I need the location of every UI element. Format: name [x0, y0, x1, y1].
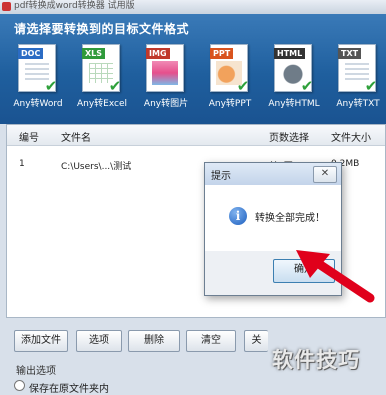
html-doc-icon: HTML ✔ — [274, 44, 314, 95]
red-arrow-icon — [296, 250, 375, 303]
column-header-pages[interactable]: 页数选择 — [269, 129, 309, 144]
word-doc-icon: DOC ✔ — [18, 44, 58, 95]
add-file-button[interactable]: 添加文件 — [14, 330, 68, 352]
ppt-doc-icon: PPT ✔ — [210, 44, 250, 95]
check-icon: ✔ — [44, 77, 58, 95]
excel-doc-icon: XLS ✔ — [82, 44, 122, 95]
radio-button[interactable] — [14, 380, 25, 391]
format-label: Any转Excel — [76, 99, 128, 109]
format-label: Any转图片 — [143, 99, 189, 109]
format-word-button[interactable]: DOC ✔ Any转Word — [6, 42, 70, 116]
clear-button[interactable]: 清空 — [186, 330, 236, 352]
check-icon: ✔ — [300, 77, 314, 95]
format-html-button[interactable]: HTML ✔ Any转HTML — [262, 42, 326, 116]
format-label: Any转HTML — [268, 99, 320, 109]
format-label: Any转PPT — [208, 99, 252, 109]
format-list: DOC ✔ Any转Word XLS ✔ Any转Excel IMG Any转图… — [6, 42, 386, 122]
app-icon — [2, 2, 11, 11]
output-options-label: 输出选项 — [16, 366, 56, 377]
format-label: Any转Word — [13, 99, 63, 109]
info-icon: i — [229, 207, 247, 225]
window-title: pdf转换成word转换器 试用版 — [14, 1, 135, 11]
file-list-header: 编号 文件名 页数选择 文件大小 — [7, 125, 385, 146]
save-original-option[interactable]: 保存在原文件夹内 — [14, 380, 109, 395]
format-excel-button[interactable]: XLS ✔ Any转Excel — [70, 42, 134, 116]
column-header-number[interactable]: 编号 — [19, 129, 39, 144]
check-icon: ✔ — [108, 77, 122, 95]
row-number: 1 — [19, 159, 25, 169]
watermark-text: 软件技巧 — [272, 348, 360, 372]
row-filename: C:\Users\...\测试 — [61, 162, 132, 172]
column-header-filename[interactable]: 文件名 — [61, 129, 91, 144]
radio-label: 保存在原文件夹内 — [29, 384, 109, 395]
format-header: 请选择要转换到的目标文件格式 DOC ✔ Any转Word XLS ✔ Any转… — [0, 14, 386, 124]
txt-doc-icon: TXT ✔ — [338, 44, 378, 95]
image-doc-icon: IMG — [146, 44, 184, 92]
more-button[interactable]: 关 — [244, 330, 268, 352]
window-titlebar: pdf转换成word转换器 试用版 — [0, 0, 386, 14]
format-image-button[interactable]: IMG Any转图片 — [134, 42, 198, 116]
options-button[interactable]: 选项 — [76, 330, 122, 352]
check-icon: ✔ — [236, 77, 250, 95]
dialog-title: 提示 — [211, 171, 231, 182]
format-label: Any转TXT — [336, 99, 380, 109]
header-title: 请选择要转换到的目标文件格式 — [14, 22, 190, 36]
dialog-body: i 转换全部完成！ — [205, 185, 341, 251]
dialog-message: 转换全部完成！ — [255, 213, 325, 224]
format-ppt-button[interactable]: PPT ✔ Any转PPT — [198, 42, 262, 116]
delete-button[interactable]: 删除 — [128, 330, 180, 352]
format-txt-button[interactable]: TXT ✔ Any转TXT — [326, 42, 386, 116]
column-header-size[interactable]: 文件大小 — [331, 129, 371, 144]
close-icon[interactable]: ✕ — [313, 166, 337, 183]
dialog-titlebar: 提示 ✕ — [205, 163, 341, 186]
check-icon: ✔ — [364, 77, 378, 95]
